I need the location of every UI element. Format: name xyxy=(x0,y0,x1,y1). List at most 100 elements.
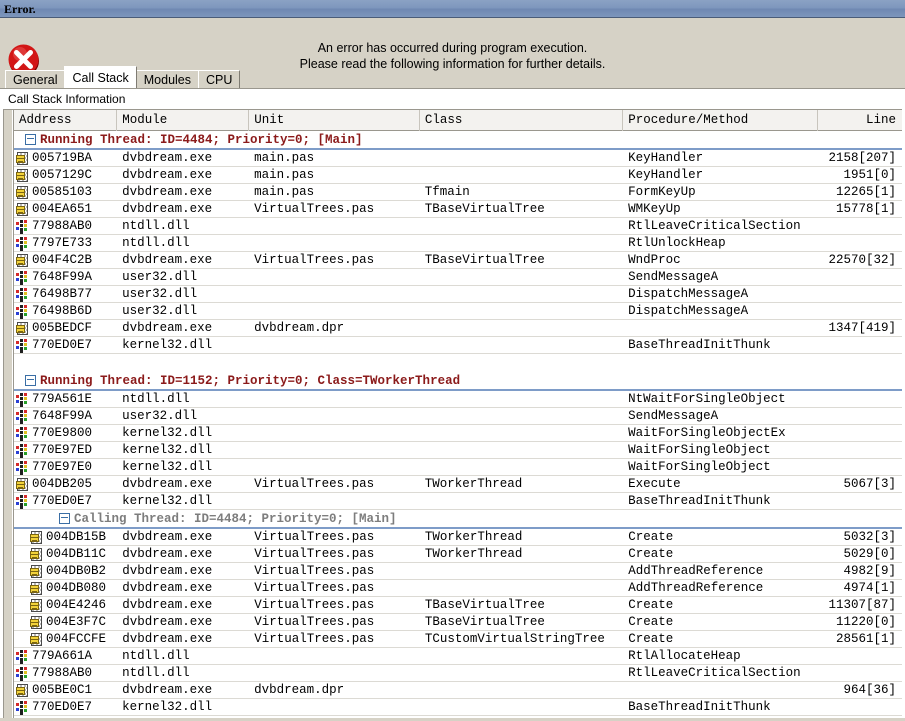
table-row[interactable]: 004F4C2B dvbdream.exe VirtualTrees.pas TBas… xyxy=(14,252,902,269)
table-row[interactable]: 770ED0E7 kernel32.dll BaseThreadInitThunk xyxy=(14,699,902,716)
column-header-procedure[interactable]: Procedure/Method xyxy=(623,110,818,131)
column-header-class[interactable]: Class xyxy=(420,110,624,131)
cell-line xyxy=(818,665,902,681)
cell-address: 77988AB0 xyxy=(14,665,117,681)
column-header-line[interactable]: Line xyxy=(818,110,902,131)
collapse-minus-icon[interactable] xyxy=(25,134,36,145)
table-row[interactable]: 004DB0B2 dvbdream.exe VirtualTrees.pas AddT… xyxy=(14,563,902,580)
cell-module: ntdll.dll xyxy=(122,666,190,680)
cell-address-text: 7648F99A xyxy=(32,270,93,284)
table-row[interactable]: 7797E733 ntdll.dll RtlUnlockHeap xyxy=(14,235,902,252)
table-row[interactable]: 779A561E ntdll.dll NtWaitForSingleObject xyxy=(14,391,902,408)
cell-address: 004DB205 xyxy=(14,476,117,492)
table-row[interactable]: 770ED0E7 kernel32.dll BaseThreadInitThunk xyxy=(14,493,902,510)
calling-thread-group-header[interactable]: Calling Thread: ID=4484; Priority=0; [Ma… xyxy=(14,510,902,529)
module-icon xyxy=(15,151,31,166)
cell-address-text: 0057129C xyxy=(32,168,93,182)
cell-procedure: WMKeyUp xyxy=(628,202,681,216)
table-row[interactable]: 0057129C dvbdream.exe main.pas KeyHandler 19… xyxy=(14,167,902,184)
cell-address-text: 7797E733 xyxy=(32,236,93,250)
system-dll-icon xyxy=(15,649,31,664)
collapse-minus-icon[interactable] xyxy=(25,375,36,386)
column-header-address[interactable]: Address xyxy=(14,110,118,131)
table-row[interactable]: 005BE0C1 dvbdream.exe dvbdream.dpr 964[36] xyxy=(14,682,902,699)
table-row[interactable]: 004DB205 dvbdream.exe VirtualTrees.pas TWor… xyxy=(14,476,902,493)
table-row[interactable]: 005719BA dvbdream.exe main.pas KeyHandler 21… xyxy=(14,150,902,167)
cell-unit: main.pas xyxy=(254,185,315,199)
cell-address-text: 004DB0B2 xyxy=(46,564,107,578)
cell-class xyxy=(420,580,623,596)
cell-procedure xyxy=(623,682,817,698)
table-row[interactable]: 004E3F7C dvbdream.exe VirtualTrees.pas TBas… xyxy=(14,614,902,631)
cell-module: dvbdream.exe xyxy=(122,581,213,595)
cell-line: 1951[0] xyxy=(843,168,896,182)
table-row[interactable]: 76498B6D user32.dll DispatchMessageA xyxy=(14,303,902,320)
cell-class xyxy=(420,665,623,681)
cell-class: TWorkerThread xyxy=(424,547,523,561)
cell-unit: VirtualTrees.pas xyxy=(254,253,375,267)
tab-call-stack[interactable]: Call Stack xyxy=(64,66,137,88)
thread-group-header[interactable]: Running Thread: ID=1152; Priority=0; Cla… xyxy=(14,372,902,391)
cell-address: 770E9800 xyxy=(14,425,117,441)
cell-class xyxy=(420,699,623,715)
table-row[interactable]: 00585103 dvbdream.exe main.pas Tfmain FormKe… xyxy=(14,184,902,201)
module-icon xyxy=(15,168,31,183)
cell-address: 77988AB0 xyxy=(14,218,117,234)
cell-procedure: DispatchMessageA xyxy=(628,287,749,301)
column-header-module[interactable]: Module xyxy=(117,110,250,131)
tab-general[interactable]: General xyxy=(5,70,66,88)
cell-unit xyxy=(249,269,420,285)
cell-procedure: FormKeyUp xyxy=(628,185,696,199)
table-row[interactable]: 779A661A ntdll.dll RtlAllocateHeap xyxy=(14,648,902,665)
cell-address-text: 770ED0E7 xyxy=(32,700,93,714)
table-row[interactable]: 004FCCFE dvbdream.exe VirtualTrees.pas TCus… xyxy=(14,631,902,648)
window-title: Error. xyxy=(4,1,36,16)
table-row[interactable]: 005BEDCF dvbdream.exe dvbdream.dpr 1347[419… xyxy=(14,320,902,337)
table-row[interactable]: 004DB080 dvbdream.exe VirtualTrees.pas AddT… xyxy=(14,580,902,597)
cell-address-text: 005BEDCF xyxy=(32,321,93,335)
cell-unit xyxy=(249,493,420,509)
cell-address: 770ED0E7 xyxy=(14,699,117,715)
module-icon xyxy=(29,547,45,562)
table-row[interactable]: 77988AB0 ntdll.dll RtlLeaveCriticalSection xyxy=(14,218,902,235)
cell-unit: main.pas xyxy=(254,168,315,182)
table-row[interactable]: 770E97ED kernel32.dll WaitForSingleObject xyxy=(14,442,902,459)
cell-module: dvbdream.exe xyxy=(122,185,213,199)
cell-line: 5067[3] xyxy=(843,477,896,491)
cell-module: dvbdream.exe xyxy=(122,564,213,578)
cell-line xyxy=(818,218,902,234)
table-row[interactable]: 770E97E0 kernel32.dll WaitForSingleObject xyxy=(14,459,902,476)
tab-cpu[interactable]: CPU xyxy=(198,70,241,88)
table-row[interactable]: 7648F99A user32.dll SendMessageA xyxy=(14,408,902,425)
panel-caption: Call Stack Information xyxy=(0,89,905,109)
cell-address: 770ED0E7 xyxy=(14,493,117,509)
cell-class: Tfmain xyxy=(424,185,470,199)
cell-line: 15778[1] xyxy=(835,202,896,216)
module-icon xyxy=(15,477,31,492)
cell-line xyxy=(818,286,902,302)
cell-class: TBaseVirtualTree xyxy=(424,253,545,267)
cell-module: dvbdream.exe xyxy=(122,632,213,646)
table-row[interactable]: 004EA651 dvbdream.exe VirtualTrees.pas TBas… xyxy=(14,201,902,218)
cell-procedure: BaseThreadInitThunk xyxy=(628,700,771,714)
tab-modules[interactable]: Modules xyxy=(135,70,200,88)
table-row[interactable]: 004E4246 dvbdream.exe VirtualTrees.pas TBas… xyxy=(14,597,902,614)
cell-procedure: BaseThreadInitThunk xyxy=(628,494,771,508)
cell-class xyxy=(420,303,623,319)
cell-procedure xyxy=(623,320,817,336)
table-row[interactable]: 770ED0E7 kernel32.dll BaseThreadInitThunk xyxy=(14,337,902,354)
table-row[interactable]: 004DB15B dvbdream.exe VirtualTrees.pas TWor… xyxy=(14,529,902,546)
table-row[interactable]: 004DB11C dvbdream.exe VirtualTrees.pas TWor… xyxy=(14,546,902,563)
table-row[interactable]: 76498B77 user32.dll DispatchMessageA xyxy=(14,286,902,303)
table-row[interactable]: 77988AB0 ntdll.dll RtlLeaveCriticalSection xyxy=(14,665,902,682)
grid-body: Address Module Unit Class Procedure/Method Li… xyxy=(14,110,902,718)
cell-procedure: WndProc xyxy=(628,253,681,267)
column-header-unit[interactable]: Unit xyxy=(249,110,420,131)
table-row[interactable]: 7648F99A user32.dll SendMessageA xyxy=(14,269,902,286)
cell-address: 005719BA xyxy=(14,150,117,166)
cell-address-text: 770ED0E7 xyxy=(32,338,93,352)
table-row[interactable]: 770E9800 kernel32.dll WaitForSingleObjectE… xyxy=(14,425,902,442)
collapse-minus-icon[interactable] xyxy=(59,513,70,524)
thread-group-header[interactable]: Running Thread: ID=4484; Priority=0; [Ma… xyxy=(14,131,902,150)
cell-module: user32.dll xyxy=(122,287,198,301)
